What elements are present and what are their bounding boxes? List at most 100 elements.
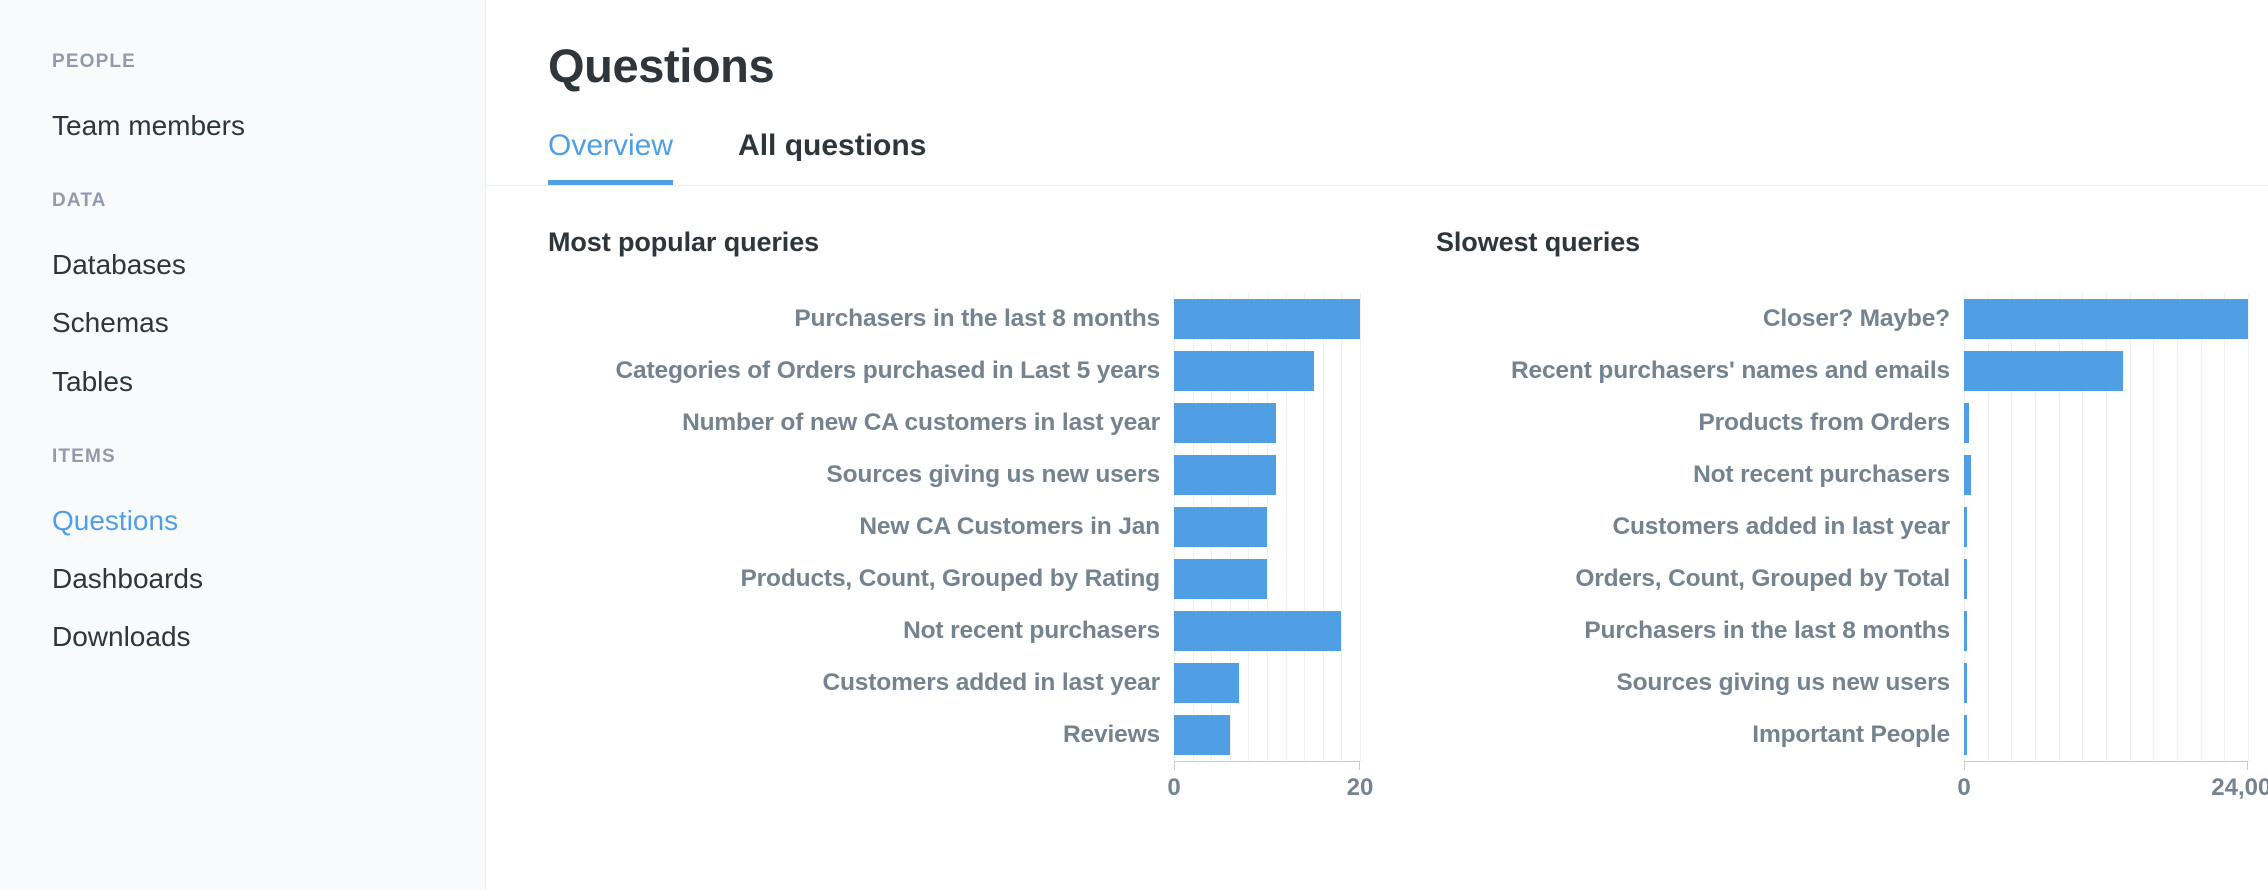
category-label: Recent purchasers' names and emails xyxy=(1510,357,1950,385)
sidebar-item-team-members[interactable]: Team members xyxy=(0,97,485,155)
bar-row[interactable] xyxy=(1174,345,1360,397)
app-root: PEOPLE Team members DATA Databases Schem… xyxy=(0,0,2268,890)
bar-row[interactable] xyxy=(1964,397,2248,449)
category-label: Purchasers in the last 8 months xyxy=(1584,617,1950,645)
category-label: Customers added in last year xyxy=(822,669,1160,697)
sidebar-item-dashboards[interactable]: Dashboards xyxy=(0,550,485,608)
bar[interactable] xyxy=(1964,299,2248,340)
bar-row[interactable] xyxy=(1174,553,1360,605)
sidebar-heading-items: ITEMS xyxy=(52,445,116,467)
category-label: Important People xyxy=(1752,721,1950,749)
axis-line xyxy=(1174,761,1360,763)
category-label-list-right: Closer? Maybe? Recent purchasers' names a… xyxy=(1436,293,1964,761)
category-label: Categories of Orders purchased in Last 5… xyxy=(615,357,1160,385)
category-label: Products from Orders xyxy=(1698,409,1950,437)
gridline xyxy=(2248,293,2249,762)
sidebar-item-downloads[interactable]: Downloads xyxy=(0,608,485,666)
tab-overview[interactable]: Overview xyxy=(548,129,674,185)
category-label: Number of new CA customers in last year xyxy=(682,409,1160,437)
x-axis-left: 0 20 xyxy=(1167,761,1373,807)
x-axis-right: 0 24,000 xyxy=(1957,761,2268,807)
bar-row[interactable] xyxy=(1964,605,2248,657)
category-label: Products, Count, Grouped by Rating xyxy=(740,565,1160,593)
charts-container: Most popular queries Purchasers in the l… xyxy=(486,186,2268,808)
bar[interactable] xyxy=(1174,455,1277,496)
bar-row[interactable] xyxy=(1964,709,2248,761)
category-label: Purchasers in the last 8 months xyxy=(794,305,1160,333)
chart-most-popular-queries: Most popular queries Purchasers in the l… xyxy=(486,186,1374,808)
sidebar-group-items: ITEMS Questions Dashboards Downloads xyxy=(0,447,485,667)
sidebar-item-questions[interactable]: Questions xyxy=(0,492,485,550)
bar-row[interactable] xyxy=(1174,397,1360,449)
bar-row[interactable] xyxy=(1174,501,1360,553)
bar[interactable] xyxy=(1964,611,1967,652)
category-label: Not recent purchasers xyxy=(1693,461,1950,489)
bar-rows-left xyxy=(1174,293,1360,761)
category-label: Reviews xyxy=(1062,721,1160,749)
bar-row[interactable] xyxy=(1964,449,2248,501)
axis-tick xyxy=(1964,761,1965,771)
axis-line xyxy=(1964,761,2248,763)
bar[interactable] xyxy=(1964,715,1967,756)
bar[interactable] xyxy=(1174,507,1267,548)
bar[interactable] xyxy=(1174,715,1230,756)
category-label-list-left: Purchasers in the last 8 months Categorie… xyxy=(548,293,1174,761)
sidebar-item-tables[interactable]: Tables xyxy=(0,353,485,411)
axis-tick-label-min: 0 xyxy=(1957,774,1971,802)
main-content: Questions Overview All questions Most po… xyxy=(486,0,2268,890)
sidebar-group-people: PEOPLE Team members xyxy=(0,52,485,155)
sidebar-heading-people: PEOPLE xyxy=(52,51,136,72)
bars-area-left xyxy=(1174,293,1361,762)
axis-tick xyxy=(2247,761,2248,771)
bar[interactable] xyxy=(1174,663,1240,704)
bar-row[interactable] xyxy=(1964,553,2248,605)
category-label: Orders, Count, Grouped by Total xyxy=(1575,565,1950,593)
axis-tick-label-max: 24,000 xyxy=(2211,774,2268,802)
bar-row[interactable] xyxy=(1964,345,2248,397)
bar-row[interactable] xyxy=(1174,449,1360,501)
plot-most-popular: Purchasers in the last 8 months Categorie… xyxy=(548,293,1374,762)
bar-row[interactable] xyxy=(1964,501,2248,553)
bar[interactable] xyxy=(1964,663,1967,704)
tab-all-questions[interactable]: All questions xyxy=(738,129,926,185)
bar-row[interactable] xyxy=(1174,605,1360,657)
bar[interactable] xyxy=(1174,403,1277,444)
tab-bar: Overview All questions xyxy=(486,92,2268,186)
bar[interactable] xyxy=(1174,299,1360,340)
bar[interactable] xyxy=(1964,403,1970,444)
bar[interactable] xyxy=(1964,351,2123,392)
bar[interactable] xyxy=(1174,611,1342,652)
plot-slowest: Closer? Maybe? Recent purchasers' names a… xyxy=(1436,293,2262,762)
category-label: Not recent purchasers xyxy=(903,617,1160,645)
sidebar: PEOPLE Team members DATA Databases Schem… xyxy=(0,0,486,890)
gridline xyxy=(1360,293,1361,762)
bar-row[interactable] xyxy=(1174,709,1360,761)
sidebar-item-schemas[interactable]: Schemas xyxy=(0,294,485,352)
category-label: Customers added in last year xyxy=(1612,513,1950,541)
bar[interactable] xyxy=(1174,351,1314,392)
chart-slowest-queries: Slowest queries Closer? Maybe? Recent pur… xyxy=(1374,186,2268,808)
category-label: Sources giving us new users xyxy=(826,461,1160,489)
category-label: Closer? Maybe? xyxy=(1762,305,1950,333)
category-label: New CA Customers in Jan xyxy=(859,513,1160,541)
bar-row[interactable] xyxy=(1964,657,2248,709)
category-label: Sources giving us new users xyxy=(1616,669,1950,697)
axis-tick xyxy=(1359,761,1360,771)
sidebar-heading-data: DATA xyxy=(52,190,107,212)
chart-title-slowest: Slowest queries xyxy=(1436,226,1641,257)
bar-row[interactable] xyxy=(1174,657,1360,709)
bar-row[interactable] xyxy=(1964,293,2248,345)
bar[interactable] xyxy=(1174,559,1267,600)
bar-row[interactable] xyxy=(1174,293,1360,345)
axis-tick-label-min: 0 xyxy=(1167,774,1181,802)
bar[interactable] xyxy=(1964,507,1967,548)
bar[interactable] xyxy=(1964,559,1967,600)
bars-area-right xyxy=(1964,293,2249,762)
sidebar-group-data: DATA Databases Schemas Tables xyxy=(0,191,485,411)
axis-tick-label-max: 20 xyxy=(1346,774,1374,802)
bar[interactable] xyxy=(1964,455,1972,496)
axis-tick xyxy=(1174,761,1175,771)
sidebar-item-databases[interactable]: Databases xyxy=(0,236,485,294)
bar-rows-right xyxy=(1964,293,2248,761)
chart-title-most-popular: Most popular queries xyxy=(548,226,820,257)
